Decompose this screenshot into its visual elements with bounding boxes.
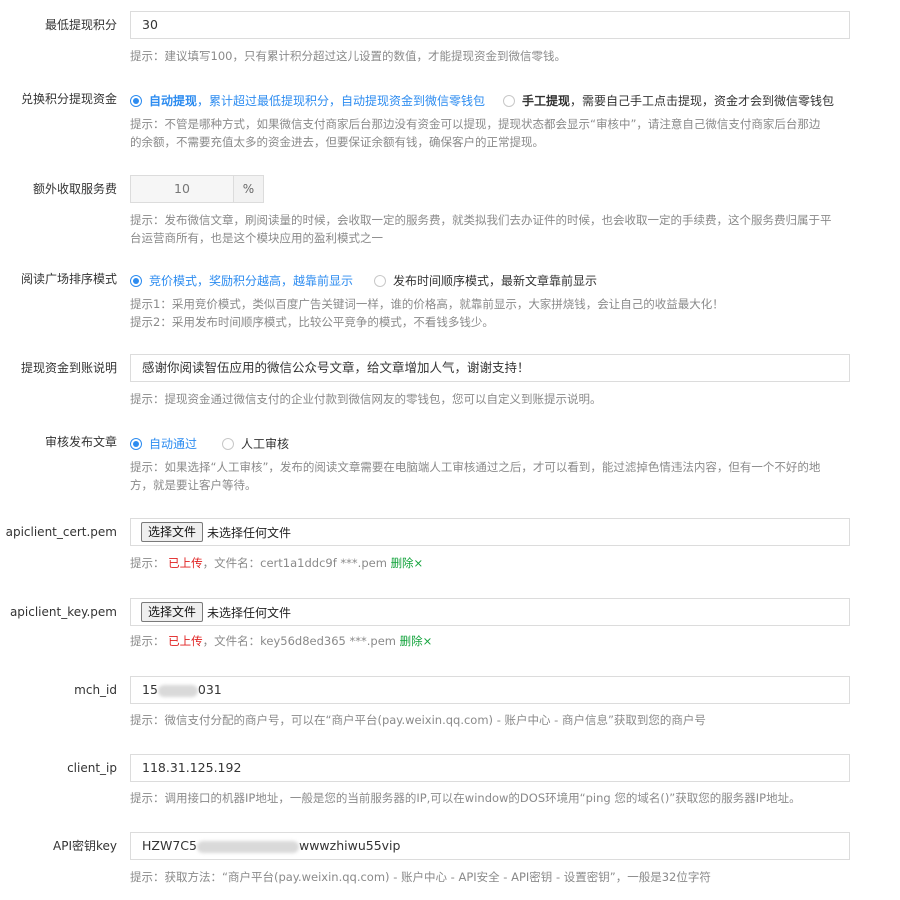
exchange-manual-desc: ，需要自己手工点击提现，资金才会到微信零钱包	[570, 94, 835, 108]
sort-bid-radio[interactable]: 竞价模式，奖励积分越高，越靠前显示	[130, 272, 353, 289]
exchange-auto-desc: ，累计超过最低提现积分，自动提现资金到微信零钱包	[197, 94, 486, 108]
review-mode-label: 审核发布文章	[44, 435, 117, 449]
cert-pem-label: apiclient_cert.pem	[5, 525, 117, 539]
service-fee-hint-1: 提示：发布微信文章，刷阅读量的时候，会收取一定的服务费，就类拟我们去办证件的时候…	[130, 213, 832, 227]
key-choose-file-button[interactable]: 选择文件	[141, 602, 204, 622]
api-key-input[interactable]: HZW7C5 wwwzhiwu55vip	[130, 832, 850, 860]
sort-mode-label: 阅读广场排序模式	[20, 272, 117, 286]
service-fee-group: 10 %	[130, 175, 264, 203]
sort-mode-hint-2: 提示2：采用发布时间顺序模式，比较公平竞争的模式，不看钱多钱少。	[130, 315, 494, 329]
percent-unit: %	[234, 175, 264, 203]
key-uploaded-status: 已上传	[168, 634, 203, 648]
api-key-label: API密钥key	[53, 839, 117, 853]
transfer-note-input[interactable]: 感谢你阅读智伍应用的微信公众号文章，给文章增加人气，谢谢支持！	[130, 354, 850, 382]
key-pem-label: apiclient_key.pem	[9, 605, 117, 619]
sort-mode-hint-1: 提示1：采用竞价模式，类似百度广告关键词一样，谁的价格高，就靠前显示，大家拼烧钱…	[130, 297, 724, 311]
review-manual-text: 人工审核	[241, 437, 290, 451]
review-mode-hint-1: 提示：如果选择“人工审核”，发布的阅读文章需要在电脑端人工审核通过之后，才可以看…	[130, 460, 821, 474]
cert-delete-link[interactable]: 删除×	[391, 556, 424, 570]
key-pem-hint: 提示： 已上传，文件名：key56d8ed365 ***.pem 删除×	[130, 632, 860, 651]
transfer-note-hint: 提示：提现资金通过微信支付的企业付款到微信网友的零钱包，您可以自定义到账提示说明…	[130, 392, 602, 406]
cert-file-label: ，文件名：	[202, 556, 261, 570]
sort-time-text: 发布时间顺序模式，最新文章靠前显示	[393, 274, 598, 288]
cert-uploaded-status: 已上传	[168, 556, 203, 570]
exchange-auto-title: 自动提现	[149, 94, 198, 108]
exchange-mode-hint-1: 提示：不管是哪种方式，如果微信支付商家后台那边没有资金可以提现，提现状态都会显示…	[130, 117, 821, 131]
exchange-manual-radio[interactable]: 手工提现 ，需要自己手工点击提现，资金才会到微信零钱包	[503, 92, 834, 109]
radio-checked-icon	[130, 437, 142, 450]
cert-pem-file-input: 选择文件 未选择任何文件	[130, 518, 850, 546]
client-ip-hint: 提示：调用接口的机器IP地址，一般是您的当前服务器的IP,可以在window的D…	[130, 791, 801, 805]
min-points-input[interactable]: 30	[130, 11, 850, 39]
key-no-file-text: 未选择任何文件	[207, 605, 292, 620]
cert-file-name: cert1a1ddc9f ***.pem	[260, 556, 387, 570]
key-pem-file-input: 选择文件 未选择任何文件	[130, 598, 850, 626]
client-ip-input[interactable]: 118.31.125.192	[130, 754, 850, 782]
service-fee-label: 额外收取服务费	[32, 182, 117, 196]
key-hint-prefix: 提示：	[130, 634, 165, 648]
mch-id-hint: 提示：微信支付分配的商户号，可以在“商户平台(pay.weixin.qq.com…	[130, 713, 706, 727]
transfer-note-label: 提现资金到账说明	[20, 361, 117, 375]
exchange-manual-title: 手工提现	[522, 94, 571, 108]
min-points-label: 最低提现积分	[44, 18, 117, 32]
mch-id-input[interactable]: 15 031	[130, 676, 850, 704]
min-points-hint: 提示：建议填写100，只有累计积分超过这儿设置的数值，才能提现资金到微信零钱。	[130, 49, 566, 63]
cert-choose-file-button[interactable]: 选择文件	[141, 522, 204, 542]
cert-pem-hint: 提示： 已上传，文件名：cert1a1ddc9f ***.pem 删除×	[130, 554, 860, 573]
mch-id-value-start: 15	[142, 682, 158, 697]
mch-id-redacted	[157, 684, 198, 697]
radio-unchecked-icon	[503, 94, 515, 107]
service-fee-hint-2: 台运营商所有，也是这个模块应用的盈利模式之一	[130, 231, 383, 245]
exchange-mode-label: 兑换积分提现资金	[20, 92, 117, 106]
radio-checked-icon	[130, 94, 142, 107]
sort-time-radio[interactable]: 发布时间顺序模式，最新文章靠前显示	[374, 272, 597, 289]
review-mode-hint-2: 方，就是要让客户等待。	[130, 478, 257, 492]
mch-id-value-end: 031	[197, 682, 222, 697]
radio-checked-icon	[130, 274, 142, 287]
review-auto-text: 自动通过	[149, 437, 198, 451]
key-delete-link[interactable]: 删除×	[400, 634, 433, 648]
api-key-value-end: wwwzhiwu55vip	[298, 838, 401, 853]
sort-bid-text: 竞价模式，奖励积分越高，越靠前显示	[149, 274, 354, 288]
api-key-hint: 提示：获取方法：“商户平台(pay.weixin.qq.com) - 账户中心 …	[130, 870, 711, 884]
service-fee-input[interactable]: 10	[130, 175, 234, 203]
cert-no-file-text: 未选择任何文件	[207, 525, 292, 540]
client-ip-label: client_ip	[67, 761, 117, 775]
key-file-name: key56d8ed365 ***.pem	[260, 634, 396, 648]
radio-unchecked-icon	[222, 437, 234, 450]
key-file-label: ，文件名：	[202, 634, 261, 648]
exchange-mode-hint-2: 的余额，不需要充值太多的资金进去，但要保证余额有钱，确保客户的正常提现。	[130, 135, 544, 149]
review-manual-radio[interactable]: 人工审核	[222, 435, 289, 452]
exchange-auto-radio[interactable]: 自动提现 ，累计超过最低提现积分，自动提现资金到微信零钱包	[130, 92, 485, 109]
api-key-redacted	[196, 840, 299, 853]
api-key-value-start: HZW7C5	[142, 838, 197, 853]
mch-id-label: mch_id	[74, 683, 117, 697]
radio-unchecked-icon	[374, 274, 386, 287]
review-auto-radio[interactable]: 自动通过	[130, 435, 197, 452]
cert-hint-prefix: 提示：	[130, 556, 165, 570]
